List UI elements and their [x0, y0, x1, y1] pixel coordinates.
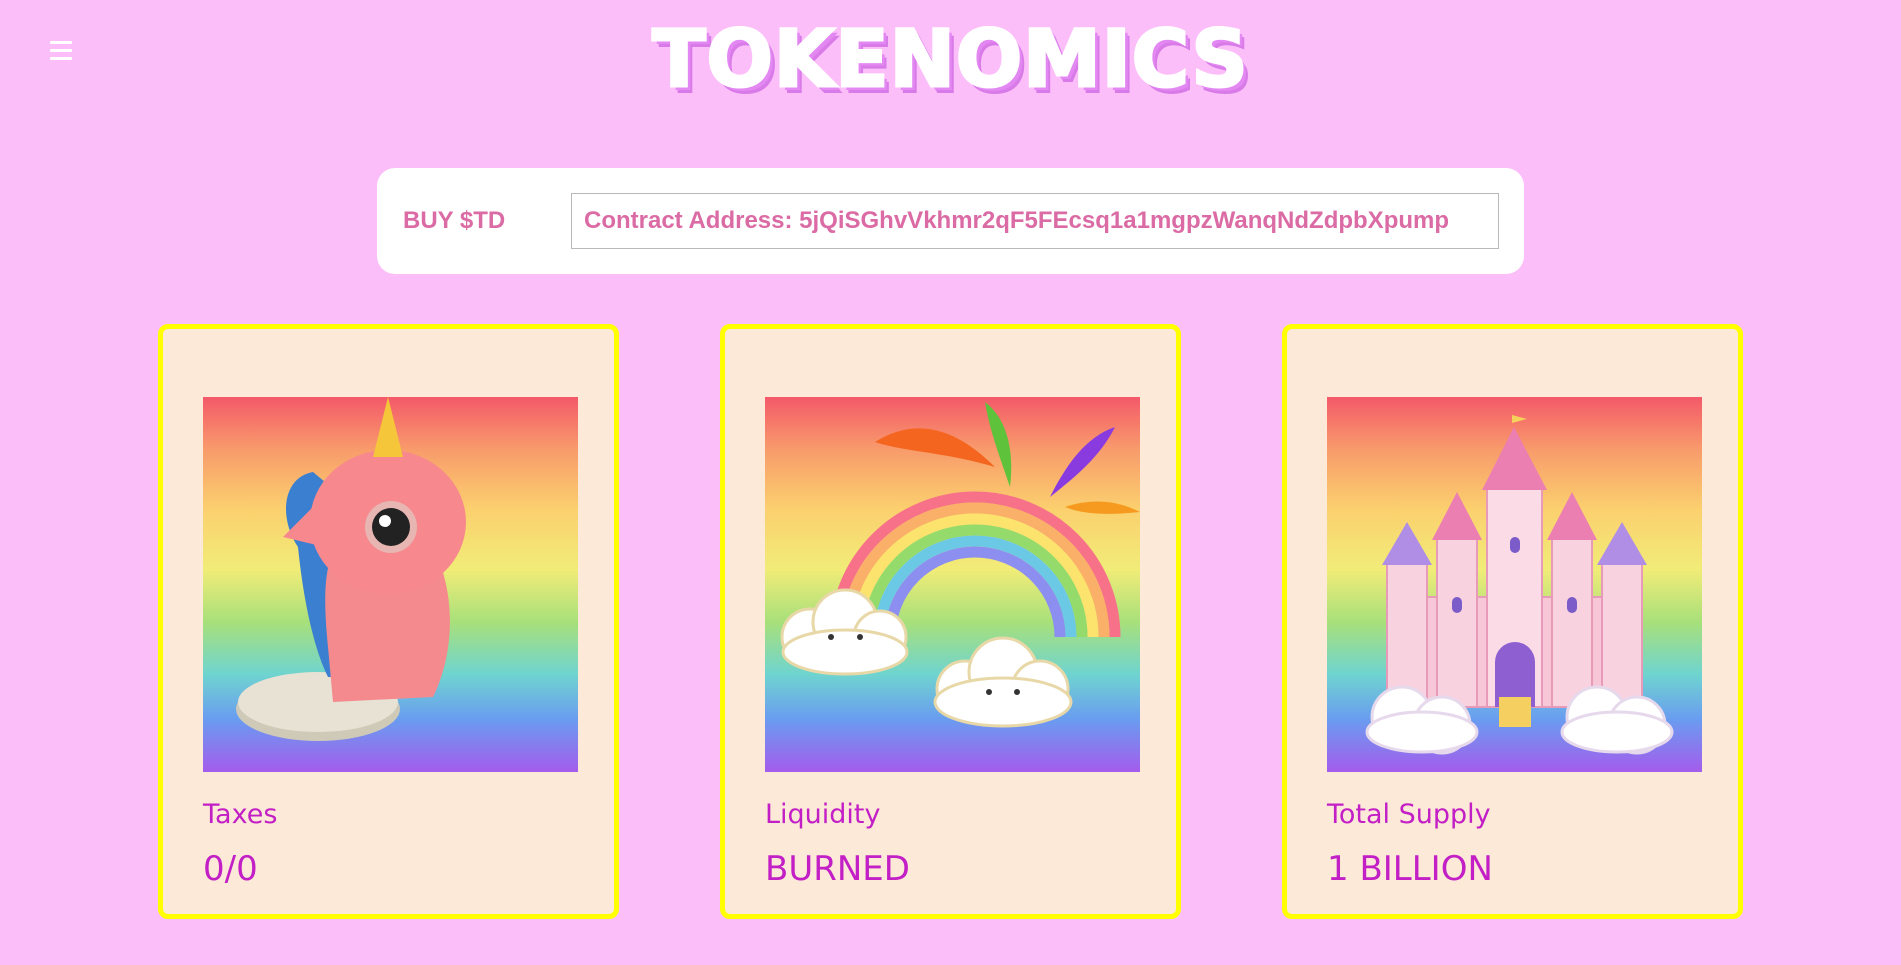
card-label: Total Supply	[1327, 799, 1491, 830]
card-total-supply: Total Supply 1 BILLION	[1282, 324, 1743, 919]
card-taxes: Taxes 0/0	[158, 324, 619, 919]
rainbow-clouds-image	[765, 397, 1140, 772]
card-label: Liquidity	[765, 799, 881, 830]
buy-token-link[interactable]: BUY $TD	[403, 168, 505, 274]
card-value: 1 BILLION	[1327, 849, 1493, 889]
card-liquidity: Liquidity BURNED	[720, 324, 1181, 919]
buy-bar: BUY $TD	[377, 168, 1524, 274]
card-label: Taxes	[203, 799, 278, 830]
unicorn-figurine-image	[203, 397, 578, 772]
card-value: 0/0	[203, 849, 258, 889]
pink-castle-image	[1327, 397, 1702, 772]
page-title: TOKENOMICS	[651, 14, 1249, 107]
card-value: BURNED	[765, 849, 910, 889]
contract-address-field[interactable]	[571, 193, 1499, 249]
